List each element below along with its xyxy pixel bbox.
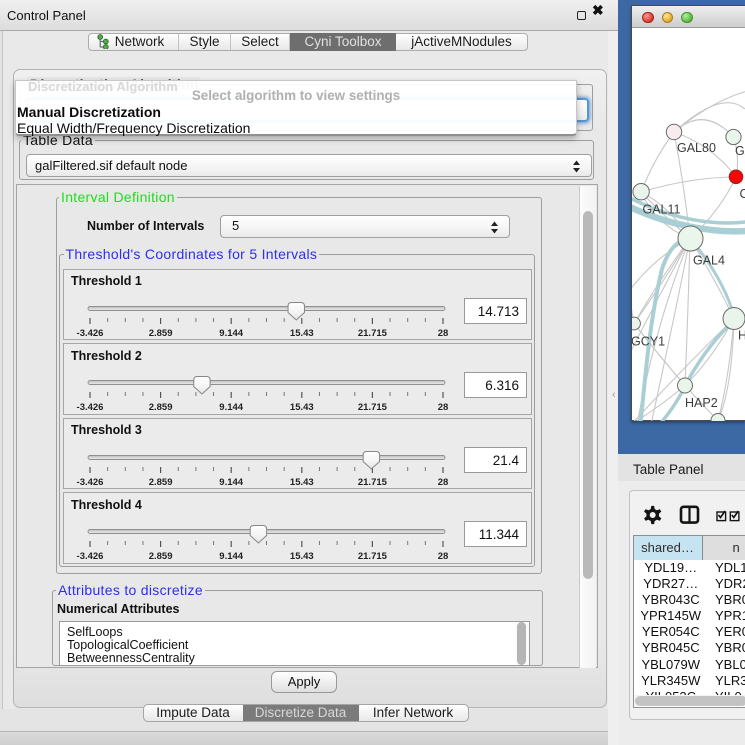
- svg-text:GAL80: GAL80: [677, 141, 716, 155]
- svg-text:C: C: [740, 187, 745, 201]
- svg-text:H: H: [738, 329, 745, 343]
- svg-text:GAL11: GAL11: [643, 203, 681, 217]
- svg-text:GAL4: GAL4: [693, 254, 725, 268]
- svg-text:GA: GA: [735, 144, 745, 158]
- svg-text:GCY1: GCY1: [632, 335, 665, 349]
- svg-text:HAP2: HAP2: [685, 396, 718, 410]
